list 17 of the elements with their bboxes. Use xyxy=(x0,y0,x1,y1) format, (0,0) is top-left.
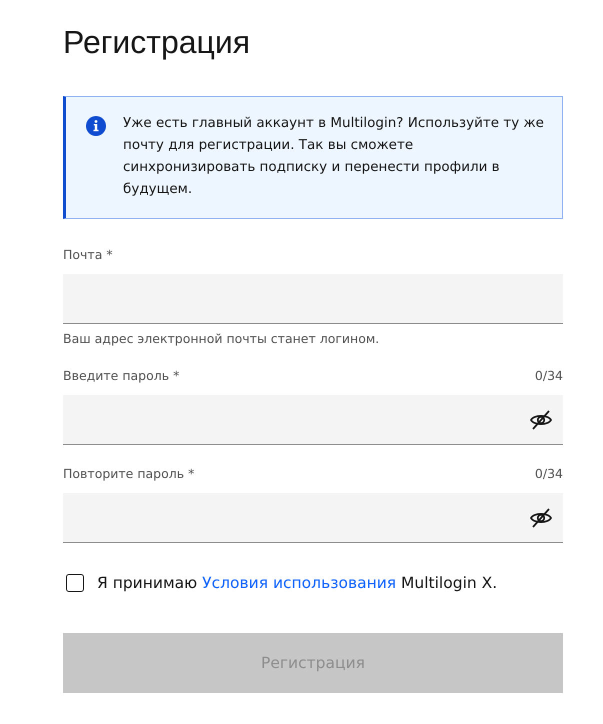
field-label: Повторите пароль * xyxy=(63,466,194,482)
character-counter: 0/34 xyxy=(534,466,563,482)
terms-link[interactable]: Условия использования xyxy=(202,574,396,592)
hide-password-icon[interactable] xyxy=(529,408,553,432)
info-icon xyxy=(86,116,106,136)
terms-checkbox[interactable] xyxy=(66,574,84,592)
field-label: Введите пароль * xyxy=(63,368,180,384)
page-title: Регистрация xyxy=(63,23,252,62)
field-label: Почта * xyxy=(63,247,113,263)
character-counter: 0/34 xyxy=(534,368,563,384)
helper-text: Ваш адрес электронной почты станет логином. xyxy=(63,331,380,347)
password-field[interactable] xyxy=(63,395,563,445)
notice-text: Уже есть главный аккаунт в Multilogin? Используйте ту же почту для регистрации. Так вы сможете синхронизировать подписку и перенести профили в будущем. xyxy=(123,114,545,199)
hide-password-icon[interactable] xyxy=(529,506,553,530)
terms-text: Я принимаю Условия использования Multilogin X. xyxy=(97,574,498,592)
password-field[interactable] xyxy=(63,493,563,543)
email-field[interactable] xyxy=(63,274,563,324)
